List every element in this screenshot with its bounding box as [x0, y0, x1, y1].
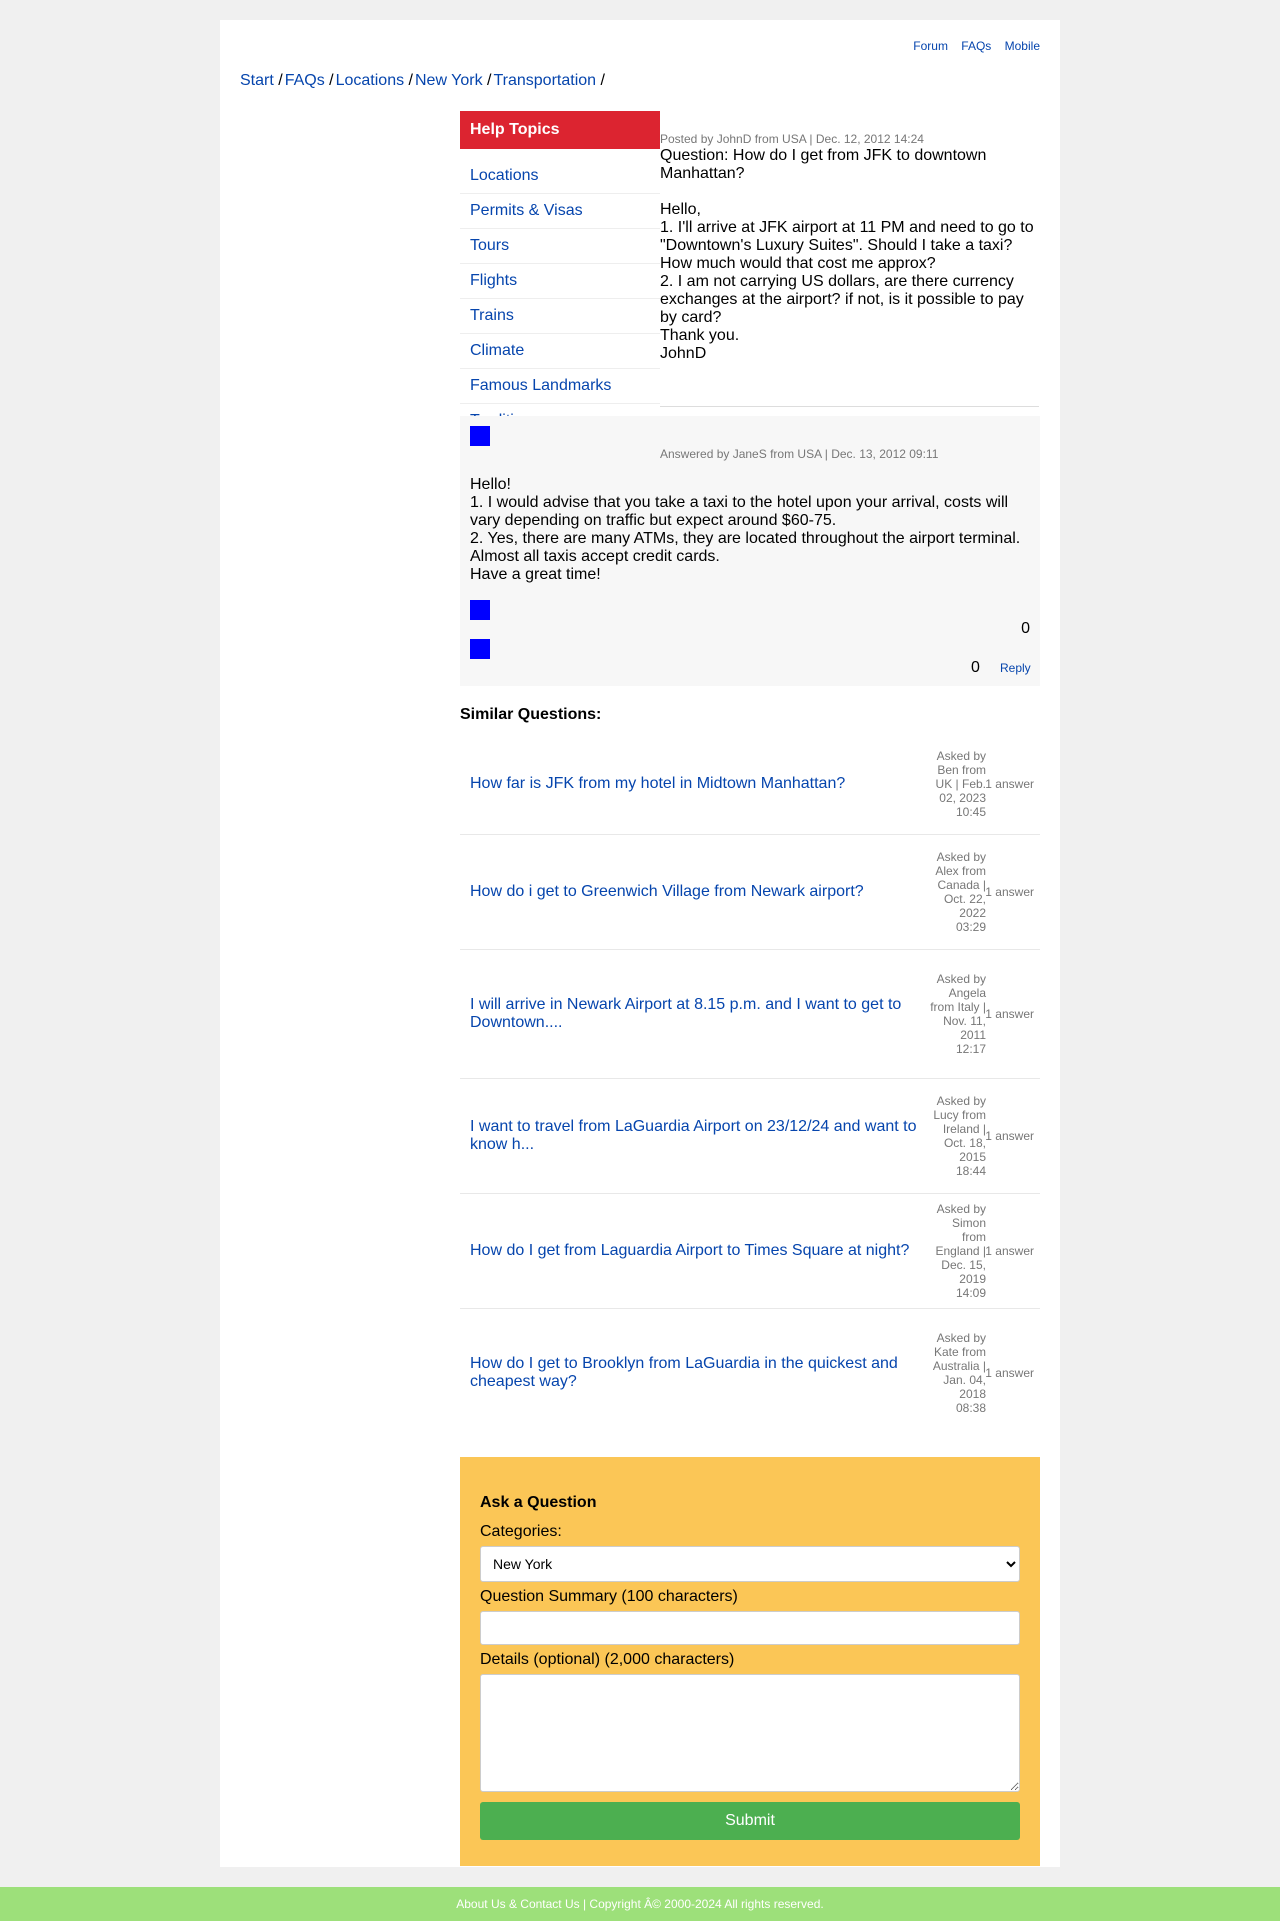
breadcrumb-separator: / [273, 72, 283, 89]
question-body-line: Thank you. [660, 327, 740, 344]
breadcrumb-faqs[interactable]: FAQs [285, 72, 325, 89]
sidebar-item: Famous Landmarks [460, 369, 660, 404]
similar-question-link[interactable]: I want to travel from LaGuardia Airport … [470, 1118, 920, 1154]
breadcrumb-locations[interactable]: Locations [336, 72, 405, 89]
similar-question-answers: 1 answer [985, 1007, 1034, 1021]
sidebar-item-permits-visas[interactable]: Permits & Visas [470, 202, 583, 219]
similar-question-meta: Asked by Simon from England | Dec. 15, 2… [935, 1202, 987, 1300]
category-select[interactable]: New York [480, 1546, 1020, 1582]
sidebar-item-trains[interactable]: Trains [470, 307, 514, 324]
sidebar-item-locations[interactable]: Locations [470, 167, 539, 184]
categories-label: Categories: [480, 1523, 562, 1540]
sidebar-item: Climate [460, 334, 660, 369]
similar-question-meta: Asked by Lucy from Ireland | Oct. 18, 20… [933, 1094, 986, 1178]
top-links: Forum FAQs Mobile [903, 39, 1040, 53]
breadcrumb-separator: / [324, 72, 334, 89]
answer-body-line: Have a great time! [470, 566, 601, 583]
sidebar-item-climate[interactable]: Climate [470, 342, 524, 359]
answer-body: Hello! 1. I would advise that you take a… [470, 476, 1030, 584]
sidebar-item: Trains [460, 299, 660, 334]
downvote-icon[interactable] [470, 639, 490, 659]
similar-question-answers: 1 answer [985, 1366, 1034, 1380]
similar-questions-list: How far is JFK from my hotel in Midtown … [460, 733, 1040, 1437]
list-item: How do I get to Brooklyn from LaGuardia … [460, 1309, 1040, 1437]
breadcrumb: Start / FAQs / Locations / New York / Transp… [240, 72, 605, 90]
sidebar-item: Permits & Visas [460, 194, 660, 229]
question-summary-label: Question Summary (100 characters) [480, 1588, 738, 1605]
similar-question-meta: Asked by Alex from Canada | Oct. 22, 202… [935, 850, 986, 934]
submit-button[interactable]: Submit [480, 1802, 1020, 1840]
mobile-link[interactable]: Mobile [1005, 39, 1040, 53]
footer[interactable]: About Us & Contact Us | Copyright Â© 200… [0, 1887, 1280, 1921]
upvote-icon[interactable] [470, 600, 490, 620]
list-item: I will arrive in Newark Airport at 8.15 … [460, 950, 1040, 1079]
sidebar-item-flights[interactable]: Flights [470, 272, 517, 289]
question-body-line: 1. I'll arrive at JFK airport at 11 PM a… [660, 219, 1034, 272]
help-topics-sidebar: Help Topics Locations Permits & Visas To… [460, 111, 660, 438]
question-body-line: JohnD [660, 345, 707, 362]
sidebar-item-famous-landmarks[interactable]: Famous Landmarks [470, 377, 611, 394]
similar-question-link[interactable]: How do I get from Laguardia Airport to T… [470, 1242, 920, 1260]
question-post: Posted by JohnD from USA | Dec. 12, 2012… [660, 132, 1039, 363]
sidebar-item: Tours [460, 229, 660, 264]
question-divider [660, 406, 1039, 407]
similar-questions-heading: Similar Questions: [460, 706, 602, 723]
downvote-count: 0 [971, 659, 980, 676]
forum-link[interactable]: Forum [913, 39, 948, 53]
similar-question-answers: 1 answer [985, 885, 1034, 899]
reply-link[interactable]: Reply [1000, 661, 1031, 675]
sidebar-item: Flights [460, 264, 660, 299]
details-label: Details (optional) (2,000 characters) [480, 1651, 735, 1668]
similar-question-answers: 1 answer [985, 1129, 1034, 1143]
similar-question-link[interactable]: How do I get to Brooklyn from LaGuardia … [470, 1355, 920, 1391]
breadcrumb-new-york[interactable]: New York [415, 72, 483, 89]
similar-question-answers: 1 answer [985, 776, 1034, 791]
sidebar-title: Help Topics [460, 111, 660, 149]
faqs-link[interactable]: FAQs [961, 39, 991, 53]
answer-meta: Answered by JaneS from USA | Dec. 13, 20… [660, 447, 939, 461]
breadcrumb-separator: / [404, 72, 413, 89]
question-title: Question: How do I get from JFK to downt… [660, 147, 987, 182]
ask-question-form: Ask a Question Categories: New York Ques… [460, 1457, 1040, 1866]
breadcrumb-separator: / [596, 72, 605, 89]
answer-body-line: 2. Yes, there are many ATMs, they are lo… [470, 530, 1021, 565]
similar-question-link[interactable]: How do i get to Greenwich Village from N… [470, 883, 920, 901]
sidebar-item: Locations [460, 159, 660, 194]
upvote-count: 0 [1021, 620, 1030, 637]
similar-question-meta: Asked by Kate from Australia | Jan. 04, … [932, 1331, 986, 1415]
sidebar-menu: Locations Permits & Visas Tours Flights … [460, 149, 660, 438]
list-item: How do I get from Laguardia Airport to T… [460, 1194, 1040, 1309]
similar-question-meta: Asked by Angela from Italy | Nov. 11, 20… [930, 972, 986, 1056]
answerer-avatar-icon [470, 426, 490, 446]
breadcrumb-transportation[interactable]: Transportation [493, 72, 596, 89]
list-item: How far is JFK from my hotel in Midtown … [460, 733, 1040, 835]
question-body-line: Hello, [660, 201, 701, 218]
answer-body-line: 1. I would advise that you take a taxi t… [470, 494, 1009, 529]
similar-question-meta: Asked by Ben from UK | Feb. 02, 2023 10:… [935, 748, 986, 819]
answer-body-line: Hello! [470, 476, 511, 493]
question-meta: Posted by JohnD from USA | Dec. 12, 2012… [660, 132, 924, 146]
ask-question-heading: Ask a Question [480, 1494, 597, 1511]
similar-question-link[interactable]: I will arrive in Newark Airport at 8.15 … [470, 996, 920, 1032]
list-item: How do i get to Greenwich Village from N… [460, 835, 1040, 950]
question-summary-input[interactable] [480, 1611, 1020, 1645]
question-body: Hello, 1. I'll arrive at JFK airport at … [660, 201, 1039, 363]
list-item: I want to travel from LaGuardia Airport … [460, 1079, 1040, 1194]
similar-question-answers: 1 answer [985, 1244, 1034, 1258]
page-container: Forum FAQs Mobile Start / FAQs / Locations… [220, 20, 1060, 1867]
breadcrumb-start[interactable]: Start [240, 72, 274, 89]
sidebar-item-tours[interactable]: Tours [470, 237, 509, 254]
similar-question-link[interactable]: How far is JFK from my hotel in Midtown … [470, 775, 920, 793]
question-body-line: 2. I am not carrying US dollars, are the… [660, 273, 1024, 326]
details-textarea[interactable] [480, 1674, 1020, 1792]
answer-post: Answered by JaneS from USA | Dec. 13, 20… [460, 416, 1040, 686]
breadcrumb-separator: / [482, 72, 492, 89]
